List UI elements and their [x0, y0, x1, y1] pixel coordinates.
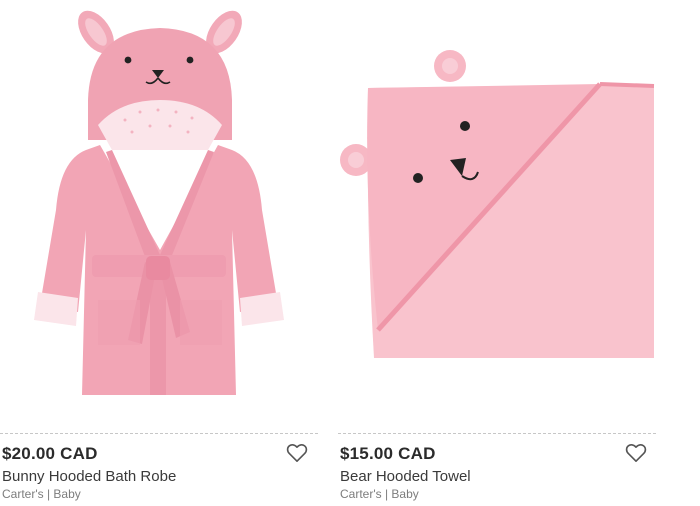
product-price: $20.00 CAD	[2, 444, 98, 463]
product-brand: Carter's | Baby	[2, 487, 81, 501]
card-divider	[0, 433, 318, 434]
product-title[interactable]: Bunny Hooded Bath Robe	[2, 468, 176, 485]
product-brand: Carter's | Baby	[340, 487, 419, 501]
product-image-bunny-robe[interactable]	[0, 0, 318, 418]
product-image-bear-towel[interactable]	[338, 0, 656, 418]
product-card-bear-towel[interactable]	[338, 0, 656, 418]
product-price: $15.00 CAD	[340, 444, 436, 463]
heart-icon[interactable]	[286, 443, 308, 463]
heart-icon[interactable]	[625, 443, 647, 463]
card-divider	[338, 433, 656, 434]
product-card-bunny-robe[interactable]	[0, 0, 318, 418]
product-title[interactable]: Bear Hooded Towel	[340, 468, 471, 485]
